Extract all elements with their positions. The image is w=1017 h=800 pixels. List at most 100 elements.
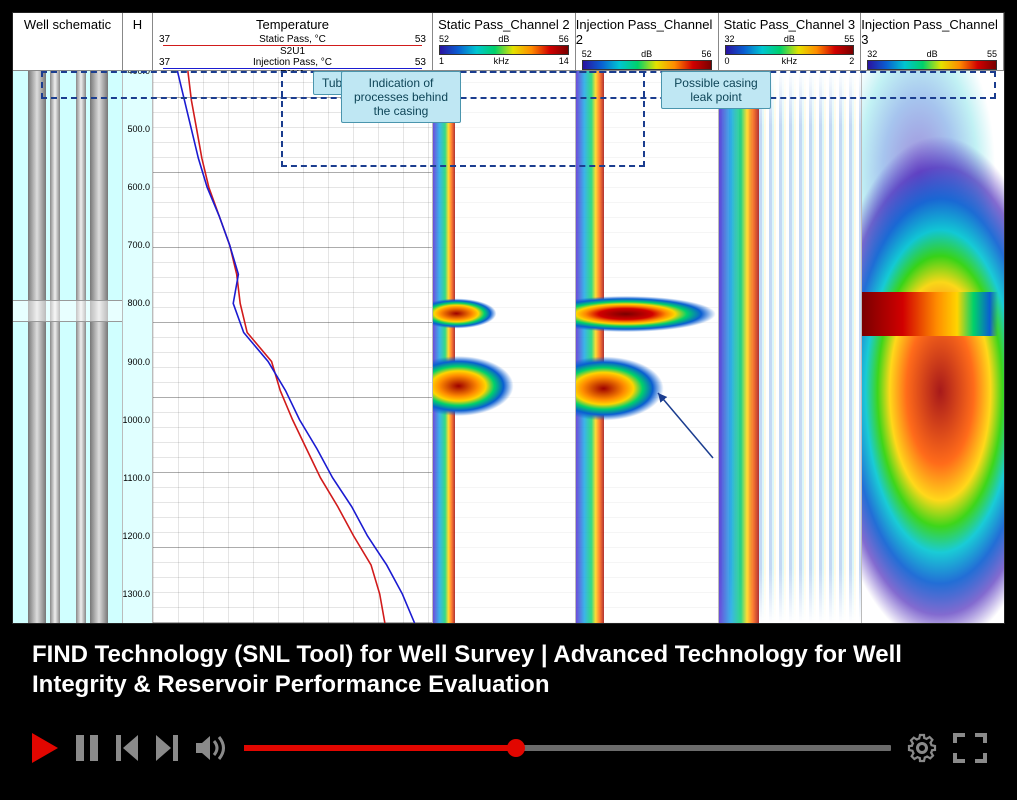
tubing-collar-icon bbox=[13, 300, 122, 322]
depth-tick: 900.0 bbox=[127, 357, 150, 367]
spec0-leak-signature bbox=[433, 297, 511, 330]
temperature-plot bbox=[153, 71, 432, 623]
pause-button[interactable] bbox=[74, 733, 100, 763]
temperature-series-line bbox=[177, 71, 414, 623]
depth-title: H bbox=[133, 17, 142, 32]
track-header-row: Well schematic H Temperature 37 Static P… bbox=[13, 13, 1004, 71]
spec0-title: Static Pass_Channel 2 bbox=[438, 17, 570, 32]
spec3-title: Injection Pass_Channel 3 bbox=[861, 17, 1003, 47]
temp-s1-max: 53 bbox=[415, 34, 426, 45]
gear-icon bbox=[905, 731, 939, 765]
spec1-lowfreq-band bbox=[576, 71, 604, 623]
depth-tick: 400.0 bbox=[127, 71, 150, 76]
temp-s2-max: 53 bbox=[415, 57, 426, 68]
skip-back-icon bbox=[114, 733, 140, 763]
progress-elapsed bbox=[244, 745, 516, 751]
spec1-db-label: dB bbox=[641, 49, 652, 59]
play-button[interactable] bbox=[30, 731, 60, 765]
pause-icon bbox=[74, 733, 100, 763]
video-title: FIND Technology (SNL Tool) for Well Surv… bbox=[32, 640, 985, 700]
col-header-spec-3: Injection Pass_Channel 3 32dB55 0kHz2 bbox=[861, 13, 1004, 70]
depth-tick: 1100.0 bbox=[123, 473, 150, 483]
video-player: Well schematic H Temperature 37 Static P… bbox=[0, 0, 1017, 800]
casing-leak-callout: Possible casing leak point bbox=[661, 71, 771, 109]
schematic-title: Well schematic bbox=[24, 17, 111, 32]
col-header-temperature: Temperature 37 Static Pass, °C 53 S2U1 3… bbox=[153, 13, 433, 70]
behind-casing-callout: Indication of processes behind the casin… bbox=[341, 71, 461, 123]
spec1-behind-casing-signature bbox=[576, 353, 668, 425]
spec2-khz-max: 2 bbox=[849, 56, 854, 66]
temp-s2-name: Injection Pass, °C bbox=[170, 57, 415, 68]
spec0-colorbar bbox=[439, 45, 569, 55]
spec3-db-label: dB bbox=[927, 49, 938, 59]
spec3-db-max: 55 bbox=[987, 49, 997, 59]
depth-tick: 600.0 bbox=[127, 182, 150, 192]
spec2-db-min: 32 bbox=[725, 34, 735, 44]
spec3-db-min: 32 bbox=[867, 49, 877, 59]
temperature-title: Temperature bbox=[256, 17, 329, 32]
settings-button[interactable] bbox=[905, 731, 939, 765]
track-spec-0 bbox=[433, 71, 576, 623]
depth-tick: 800.0 bbox=[127, 298, 150, 308]
spec0-khz-label: kHz bbox=[494, 56, 510, 66]
skip-forward-icon bbox=[154, 733, 180, 763]
spec2-db-label: dB bbox=[784, 34, 795, 44]
video-frame: Well schematic H Temperature 37 Static P… bbox=[12, 12, 1005, 624]
spec1-title: Injection Pass_Channel 2 bbox=[576, 17, 718, 47]
spec0-khz-min: 1 bbox=[439, 56, 444, 66]
spec1-leak-signature bbox=[576, 292, 718, 336]
spec0-lowfreq-band bbox=[433, 71, 455, 623]
col-header-depth: H bbox=[123, 13, 153, 70]
spec3-main-plume bbox=[862, 71, 1004, 623]
depth-tick: 500.0 bbox=[127, 124, 150, 134]
col-header-spec-1: Injection Pass_Channel 2 52dB56 1kHz14 bbox=[576, 13, 719, 70]
spec2-band bbox=[719, 71, 759, 623]
progress-bar[interactable] bbox=[244, 745, 891, 751]
spec2-title: Static Pass_Channel 3 bbox=[724, 17, 856, 32]
col-header-spec-2: Static Pass_Channel 3 32 dB 55 0 kHz 2 bbox=[719, 13, 862, 70]
col-header-schematic: Well schematic bbox=[13, 13, 123, 70]
track-spec-2 bbox=[719, 71, 862, 623]
casing-left-icon bbox=[28, 71, 46, 623]
well-pipes bbox=[28, 71, 108, 623]
track-spec-3 bbox=[862, 71, 1004, 623]
depth-tick: 1200.0 bbox=[123, 531, 150, 541]
temp-s1-sub: S2U1 bbox=[159, 46, 426, 57]
fullscreen-icon bbox=[953, 733, 987, 763]
track-schematic bbox=[13, 71, 123, 623]
spec0-db-label: dB bbox=[498, 34, 509, 44]
temperature-series-line bbox=[188, 71, 385, 623]
spec1-db-max: 56 bbox=[701, 49, 711, 59]
spec2-khz-label: kHz bbox=[782, 56, 798, 66]
spec2-colorbar bbox=[725, 45, 855, 55]
volume-button[interactable] bbox=[194, 733, 230, 763]
volume-icon bbox=[194, 733, 230, 763]
player-controls bbox=[12, 708, 1005, 788]
temp-s1-name: Static Pass, °C bbox=[170, 34, 415, 45]
next-button[interactable] bbox=[154, 733, 180, 763]
spec2-khz-min: 0 bbox=[725, 56, 730, 66]
previous-button[interactable] bbox=[114, 733, 140, 763]
spec2-db-max: 55 bbox=[844, 34, 854, 44]
spec0-khz-max: 14 bbox=[559, 56, 569, 66]
spec1-colorbar bbox=[582, 60, 712, 70]
col-header-spec-0: Static Pass_Channel 2 52 dB 56 1 kHz 14 bbox=[433, 13, 576, 70]
fullscreen-button[interactable] bbox=[953, 733, 987, 763]
depth-tick: 1000.0 bbox=[123, 415, 150, 425]
tubing-right-icon bbox=[76, 71, 86, 623]
track-depth: 400.0 500.0 600.0 700.0 800.0 900.0 1000.0 1100… bbox=[123, 71, 153, 623]
spec3-leak-streak bbox=[862, 292, 998, 336]
play-icon bbox=[30, 731, 60, 765]
depth-tick: 1300.0 bbox=[123, 589, 150, 599]
spec3-colorbar bbox=[867, 60, 997, 70]
casing-right-icon bbox=[90, 71, 108, 623]
spec0-db-max: 56 bbox=[559, 34, 569, 44]
spec0-behind-casing-signature bbox=[433, 353, 518, 419]
track-spec-1 bbox=[576, 71, 719, 623]
temp-s1-min: 37 bbox=[159, 34, 170, 45]
progress-knob-icon[interactable] bbox=[507, 739, 525, 757]
track-temperature bbox=[153, 71, 433, 623]
spec1-db-min: 52 bbox=[582, 49, 592, 59]
spec0-db-min: 52 bbox=[439, 34, 449, 44]
depth-tick: 700.0 bbox=[127, 240, 150, 250]
